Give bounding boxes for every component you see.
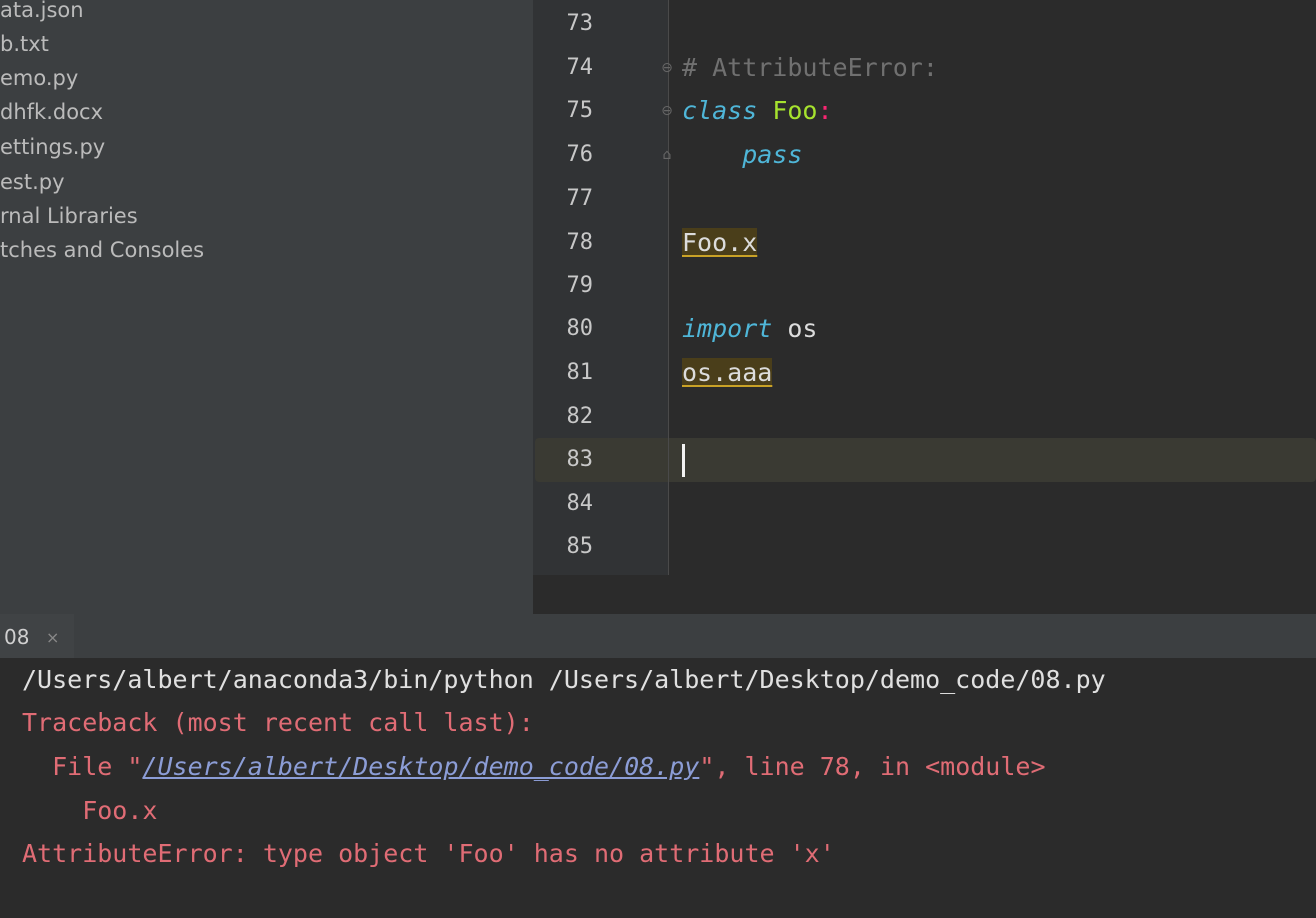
code-line-80[interactable]: import os bbox=[682, 314, 817, 344]
code-editor[interactable]: 73 74 75 76 77 78 79 80 81 82 83 84 85 ⊖… bbox=[533, 0, 1316, 614]
code-class-name: Foo bbox=[772, 96, 818, 125]
code-module-name: os bbox=[787, 314, 818, 343]
console-source-line: Foo.x bbox=[22, 796, 158, 825]
project-tree-panel: ata.json b.txt emo.py dhfk.docx ettings.… bbox=[0, 0, 533, 614]
line-number: 76 bbox=[566, 142, 594, 167]
tree-item[interactable]: b.txt bbox=[0, 29, 49, 59]
console-file-link[interactable]: /Users/albert/Desktop/demo_code/08.py bbox=[142, 752, 699, 781]
close-icon[interactable]: × bbox=[46, 614, 59, 662]
line-number: 77 bbox=[566, 186, 594, 211]
code-keyword: class bbox=[682, 96, 758, 125]
fold-end-marker-icon: ⌂ bbox=[662, 147, 672, 163]
current-line-highlight bbox=[535, 438, 1316, 482]
code-keyword: pass bbox=[742, 140, 803, 169]
run-console[interactable]: /Users/albert/anaconda3/bin/python /User… bbox=[0, 658, 1316, 918]
code-line-78[interactable]: Foo.x bbox=[682, 228, 758, 258]
line-number: 75 bbox=[566, 98, 594, 123]
text-caret bbox=[682, 444, 685, 477]
editor-bottom-area bbox=[533, 575, 1316, 614]
tree-item-external-libraries[interactable]: rnal Libraries bbox=[0, 201, 138, 231]
code-punctuation: : bbox=[817, 96, 833, 125]
tree-item[interactable]: est.py bbox=[0, 167, 65, 197]
line-number: 81 bbox=[566, 360, 594, 385]
code-line-75[interactable]: class Foo: bbox=[682, 96, 833, 126]
console-command-line: /Users/albert/anaconda3/bin/python /User… bbox=[22, 665, 1106, 694]
fold-marker-icon[interactable]: ⊖ bbox=[660, 103, 674, 119]
code-warning-highlight[interactable]: os.aaa bbox=[682, 358, 773, 387]
line-number: 78 bbox=[566, 230, 594, 255]
fold-marker-icon[interactable]: ⊖ bbox=[660, 60, 674, 76]
tree-item[interactable]: emo.py bbox=[0, 63, 78, 93]
line-number: 73 bbox=[566, 11, 594, 36]
code-warning-highlight[interactable]: Foo.x bbox=[682, 228, 758, 257]
line-number-current: 83 bbox=[566, 447, 594, 472]
code-keyword: import bbox=[682, 314, 773, 343]
run-tab[interactable]: 08 × bbox=[0, 614, 74, 658]
console-traceback-header: Traceback (most recent call last): bbox=[22, 708, 534, 737]
console-file-prefix: File " bbox=[22, 752, 143, 781]
run-tab-label: 08 bbox=[4, 625, 30, 649]
code-line-74[interactable]: # AttributeError: bbox=[682, 53, 938, 83]
code-line-76[interactable]: pass bbox=[682, 140, 802, 170]
tree-item-scratches-and-consoles[interactable]: tches and Consoles bbox=[0, 235, 204, 265]
line-number: 82 bbox=[566, 404, 594, 429]
line-number: 79 bbox=[566, 273, 594, 298]
console-error-message: AttributeError: type object 'Foo' has no… bbox=[22, 839, 835, 868]
tree-item[interactable]: ettings.py bbox=[0, 132, 105, 162]
console-file-line: File "/Users/albert/Desktop/demo_code/08… bbox=[22, 752, 1046, 782]
code-line-81[interactable]: os.aaa bbox=[682, 358, 773, 388]
line-number: 85 bbox=[566, 534, 594, 559]
line-number: 74 bbox=[566, 55, 594, 80]
gutter-divider bbox=[668, 0, 669, 575]
code-comment: # AttributeError: bbox=[682, 53, 938, 82]
run-tab-bar: 08 × bbox=[0, 614, 1316, 658]
console-file-suffix: ", line 78, in <module> bbox=[699, 752, 1046, 781]
line-number: 84 bbox=[566, 491, 594, 516]
tree-item[interactable]: ata.json bbox=[0, 0, 84, 25]
tree-item[interactable]: dhfk.docx bbox=[0, 97, 103, 127]
line-number: 80 bbox=[566, 316, 594, 341]
